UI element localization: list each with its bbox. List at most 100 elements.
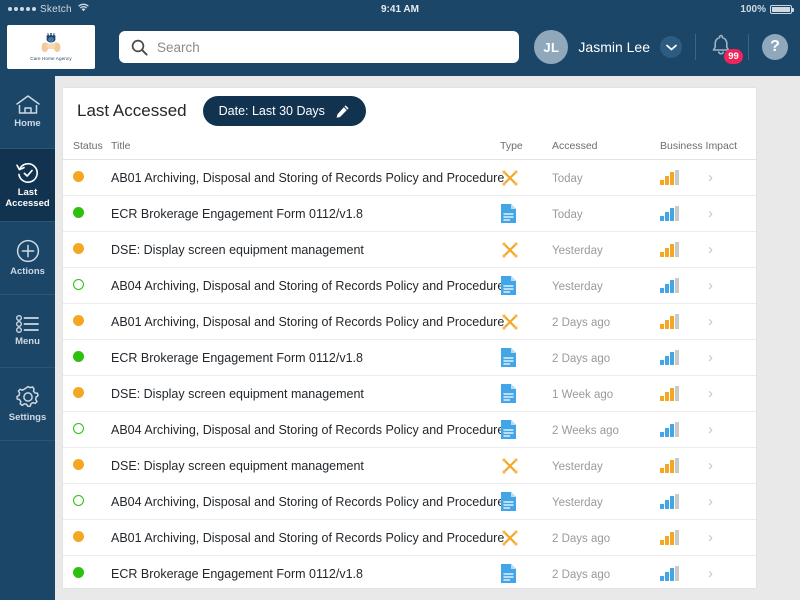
tools-icon-wrapper <box>500 312 552 332</box>
row-arrow-cell[interactable]: › <box>708 483 756 520</box>
document-icon-wrapper <box>500 275 552 296</box>
tools-icon-wrapper <box>500 240 552 260</box>
sidebar-item-last-accessed[interactable]: Last Accessed <box>0 149 55 222</box>
row-title-cell: AB04 Archiving, Disposal and Storing of … <box>111 483 504 520</box>
row-accessed-cell: 2 Days ago <box>552 519 660 556</box>
date-filter-label: Date: Last 30 Days <box>218 104 325 118</box>
row-type-cell <box>500 447 552 484</box>
row-type-cell <box>500 555 552 588</box>
row-arrow-cell[interactable]: › <box>708 411 756 448</box>
row-status-cell <box>63 159 111 196</box>
row-type-cell <box>500 339 552 376</box>
table-row[interactable]: AB01 Archiving, Disposal and Storing of … <box>63 519 756 556</box>
document-icon-wrapper <box>500 203 552 224</box>
row-impact-cell <box>660 519 708 556</box>
date-filter-button[interactable]: Date: Last 30 Days <box>202 96 366 126</box>
row-arrow-cell[interactable]: › <box>708 555 756 588</box>
chevron-right-icon: › <box>708 240 713 258</box>
row-arrow-cell[interactable]: › <box>708 267 756 304</box>
chevron-right-icon: › <box>708 420 713 438</box>
chevron-right-icon: › <box>708 168 713 186</box>
table-row[interactable]: DSE: Display screen equipment management… <box>63 447 756 484</box>
sidebar-item-menu[interactable]: Menu <box>0 295 55 368</box>
row-title-label: AB01 Archiving, Disposal and Storing of … <box>111 314 505 329</box>
row-type-cell <box>500 411 552 448</box>
sidebar-item-actions[interactable]: Actions <box>0 222 55 295</box>
row-impact-cell <box>660 411 708 448</box>
row-title-label: AB04 Archiving, Disposal and Storing of … <box>111 494 505 509</box>
table-row[interactable]: AB01 Archiving, Disposal and Storing of … <box>63 159 756 196</box>
document-icon <box>501 204 516 223</box>
document-icon-wrapper <box>500 491 552 512</box>
chevron-right-icon: › <box>708 564 713 582</box>
status-dot-hollow <box>73 278 84 290</box>
table-row[interactable]: ECR Brokerage Engagement Form 0112/v1.8 … <box>63 195 756 232</box>
row-status-cell <box>63 375 111 412</box>
row-title-cell: AB01 Archiving, Disposal and Storing of … <box>111 303 504 340</box>
user-menu-button[interactable] <box>660 36 682 58</box>
chevron-right-icon: › <box>708 276 713 294</box>
business-impact-bars <box>660 530 708 545</box>
search-input[interactable] <box>157 39 507 55</box>
row-accessed-label: Yesterday <box>552 496 603 509</box>
row-impact-cell <box>660 303 708 340</box>
row-arrow-cell[interactable]: › <box>708 303 756 340</box>
help-button[interactable]: ? <box>762 34 788 60</box>
table-row[interactable]: AB04 Archiving, Disposal and Storing of … <box>63 267 756 304</box>
sidebar-item-settings[interactable]: Settings <box>0 368 55 441</box>
last-accessed-card: Last Accessed Date: Last 30 Days Status … <box>63 88 756 588</box>
app-logo[interactable]: Care Home Agency <box>7 25 95 69</box>
table-row[interactable]: AB01 Archiving, Disposal and Storing of … <box>63 303 756 340</box>
table-row[interactable]: DSE: Display screen equipment management… <box>63 375 756 412</box>
status-dot-hollow <box>73 422 84 434</box>
table-row[interactable]: DSE: Display screen equipment management… <box>63 231 756 268</box>
column-header-business-impact: Business Impact <box>660 134 756 160</box>
table-row[interactable]: ECR Brokerage Engagement Form 0112/v1.8 … <box>63 555 756 588</box>
status-dot-green <box>73 350 84 362</box>
sidebar-item-label: Actions <box>10 266 45 278</box>
row-accessed-label: Yesterday <box>552 460 603 473</box>
row-accessed-cell: Yesterday <box>552 231 660 268</box>
chevron-right-icon: › <box>708 528 713 546</box>
row-type-cell <box>500 303 552 340</box>
tools-icon <box>502 529 518 546</box>
table-body: AB01 Archiving, Disposal and Storing of … <box>63 159 756 588</box>
row-arrow-cell[interactable]: › <box>708 375 756 412</box>
row-title-cell: DSE: Display screen equipment management <box>111 447 500 484</box>
row-arrow-cell[interactable]: › <box>708 159 756 196</box>
search-bar[interactable] <box>119 31 519 63</box>
row-arrow-cell[interactable]: › <box>708 447 756 484</box>
row-title-label: ECR Brokerage Engagement Form 0112/v1.8 <box>111 206 363 221</box>
row-accessed-label: 2 Days ago <box>552 532 611 545</box>
table-row[interactable]: ECR Brokerage Engagement Form 0112/v1.8 … <box>63 339 756 376</box>
chevron-right-icon: › <box>708 384 713 402</box>
notifications-button[interactable]: 99 <box>709 33 743 64</box>
document-icon <box>501 564 516 583</box>
row-title-cell: ECR Brokerage Engagement Form 0112/v1.8 <box>111 555 500 588</box>
sidebar-item-home[interactable]: Home <box>0 76 55 149</box>
card-header: Last Accessed Date: Last 30 Days <box>63 88 756 134</box>
notification-badge: 99 <box>724 49 743 64</box>
avatar[interactable]: JL <box>534 30 569 64</box>
table-row[interactable]: AB04 Archiving, Disposal and Storing of … <box>63 483 756 520</box>
app-header: Care Home Agency JL Jasmin Lee <box>0 18 800 76</box>
row-title-label: AB01 Archiving, Disposal and Storing of … <box>111 170 505 185</box>
row-status-cell <box>63 267 111 304</box>
row-arrow-cell[interactable]: › <box>708 519 756 556</box>
row-arrow-cell[interactable]: › <box>708 195 756 232</box>
chevron-down-icon <box>665 44 677 50</box>
table-row[interactable]: AB04 Archiving, Disposal and Storing of … <box>63 411 756 448</box>
row-arrow-cell[interactable]: › <box>708 339 756 376</box>
sidebar: Home Last Accessed Actions Menu Settings <box>0 76 55 600</box>
tools-icon <box>502 313 518 330</box>
column-header-status: Status <box>63 134 111 160</box>
row-accessed-label: Today <box>552 208 583 221</box>
row-accessed-cell: 1 Week ago <box>552 375 660 412</box>
status-bar-right: 100% <box>740 4 800 15</box>
sidebar-item-label: Home <box>14 118 41 130</box>
row-title-cell: AB04 Archiving, Disposal and Storing of … <box>111 411 504 448</box>
tools-icon-wrapper <box>500 528 552 548</box>
row-arrow-cell[interactable]: › <box>708 231 756 268</box>
column-header-accessed: Accessed <box>552 134 660 160</box>
battery-percent-label: 100% <box>740 3 766 15</box>
